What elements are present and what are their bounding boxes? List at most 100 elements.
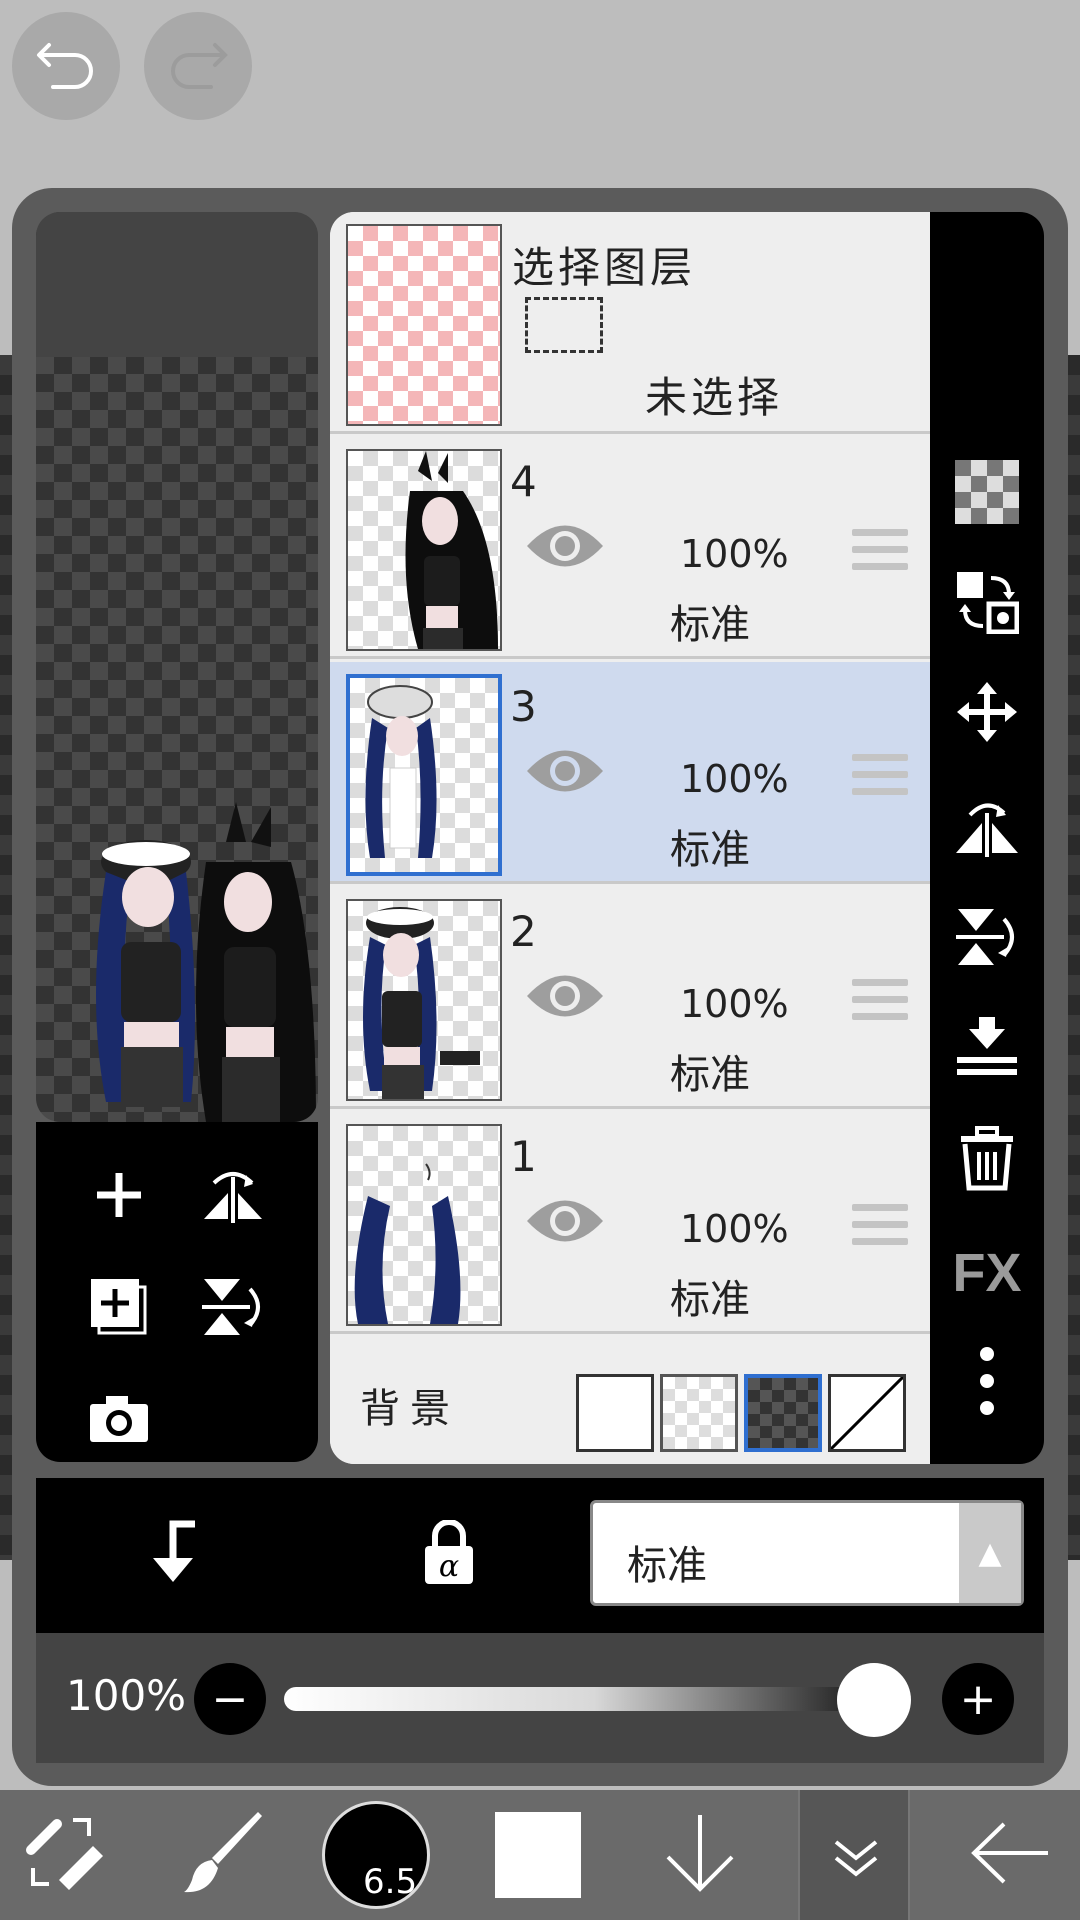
opacity-increase-button[interactable]: + [942, 1663, 1014, 1735]
current-color-swatch [495, 1812, 581, 1898]
background-row: 背景 [330, 1336, 930, 1464]
layer-thumbnail [346, 899, 502, 1101]
layer-row[interactable]: 3 100% 标准 [330, 662, 930, 884]
preview-top [36, 212, 318, 357]
layer-number: 3 [510, 682, 537, 731]
blend-mode-select[interactable]: 标准 ▲ [590, 1500, 1024, 1606]
redo-button[interactable] [144, 12, 252, 120]
blend-mode-value: 标准 [627, 1543, 707, 1589]
swap-layer-button[interactable] [950, 567, 1024, 641]
layer-opacity: 100% [680, 1207, 789, 1251]
delete-layer-button[interactable] [950, 1124, 1024, 1198]
add-copy-layer-button[interactable] [84, 1274, 154, 1344]
flip-vertical-button[interactable] [950, 902, 1024, 976]
layer-number: 1 [510, 1132, 537, 1181]
drag-handle-icon[interactable] [852, 1204, 908, 1252]
pen-eraser-switch-icon [25, 1810, 111, 1900]
plus-icon [93, 1169, 145, 1225]
bg-dark-checker-swatch[interactable] [744, 1374, 822, 1452]
clipping-button[interactable] [138, 1520, 208, 1590]
flip-horizontal-icon [200, 1165, 266, 1229]
brush-size-value: 6.5 [363, 1862, 418, 1902]
copy-add-icon [89, 1277, 149, 1341]
checker-icon [955, 460, 1019, 528]
layer-row[interactable]: 1 100% 标准 [330, 1112, 930, 1334]
color-button[interactable] [490, 1790, 586, 1920]
layer-down-button[interactable] [650, 1790, 750, 1920]
selection-marquee-icon [525, 297, 603, 353]
top-bar [0, 0, 1080, 190]
more-vertical-icon [977, 1346, 997, 1420]
bg-transparent-swatch[interactable] [828, 1374, 906, 1452]
preview-artwork [96, 802, 316, 1122]
camera-button[interactable] [84, 1386, 154, 1456]
brush-size-button[interactable]: 6.5 [320, 1790, 432, 1920]
layer-row[interactable]: 4 100% 标准 [330, 437, 930, 659]
brush-tool-button[interactable] [175, 1790, 275, 1920]
trash-icon [959, 1126, 1015, 1196]
layer-thumbnail [346, 449, 502, 651]
layer-tools [36, 1122, 318, 1462]
selection-layer-title: 选择图层 [512, 243, 697, 292]
bottom-toolbar: 6.5 [0, 1790, 1080, 1920]
caret-up-icon: ▲ [959, 1503, 1021, 1603]
layer-controls: α 标准 ▲ [36, 1478, 1044, 1633]
drag-handle-icon[interactable] [852, 979, 908, 1027]
plus-icon: + [959, 1673, 997, 1725]
background-label: 背景 [360, 1386, 460, 1432]
move-icon [955, 680, 1019, 748]
tool-switch-button[interactable] [18, 1790, 118, 1920]
move-button[interactable] [950, 677, 1024, 751]
transparency-button[interactable] [950, 457, 1024, 531]
camera-icon [88, 1394, 150, 1448]
drag-handle-icon[interactable] [852, 754, 908, 802]
flip-vertical-icon [200, 1275, 266, 1343]
opacity-slider-track[interactable] [284, 1687, 904, 1711]
flip-horizontal-button[interactable] [950, 790, 1024, 864]
flip-vertical-button[interactable] [198, 1274, 268, 1344]
canvas-preview [36, 212, 318, 1122]
layer-blend-mode: 标准 [670, 1052, 750, 1098]
flip-horizontal-button[interactable] [198, 1162, 268, 1232]
merge-down-icon [955, 1015, 1019, 1083]
opacity-value: 100% [66, 1671, 187, 1720]
add-layer-button[interactable] [84, 1162, 154, 1232]
bg-light-checker-swatch[interactable] [660, 1374, 738, 1452]
brush-size-indicator: 6.5 [322, 1801, 430, 1909]
arrow-left-icon [968, 1820, 1052, 1890]
layer-opacity: 100% [680, 982, 789, 1026]
opacity-decrease-button[interactable]: − [194, 1663, 266, 1735]
undo-button[interactable] [12, 12, 120, 120]
alpha-lock-icon: α [421, 1519, 477, 1590]
visibility-eye-icon[interactable] [525, 1194, 605, 1248]
alpha-lock-button[interactable]: α [414, 1519, 484, 1590]
selection-layer-row[interactable]: 选择图层 未选择 [330, 212, 930, 434]
bg-white-swatch[interactable] [576, 1374, 654, 1452]
layer-thumbnail [346, 1124, 502, 1326]
layer-list: 选择图层 未选择 4 100% 标准 3 100% 标准 2 100% 标准 1… [330, 212, 930, 1464]
layer-opacity: 100% [680, 532, 789, 576]
swap-icon [955, 570, 1020, 638]
layer-number: 4 [510, 457, 537, 506]
merge-down-button[interactable] [950, 1012, 1024, 1086]
layer-blend-mode: 标准 [670, 827, 750, 873]
layer-row[interactable]: 2 100% 标准 [330, 887, 930, 1109]
opacity-slider-thumb[interactable] [837, 1663, 911, 1737]
svg-text:α: α [439, 1549, 459, 1584]
double-chevron-down-icon [832, 1838, 880, 1882]
brush-icon [182, 1810, 268, 1900]
arrow-down-icon [664, 1813, 736, 1897]
layer-blend-mode: 标准 [670, 602, 750, 648]
drag-handle-icon[interactable] [852, 529, 908, 577]
visibility-eye-icon[interactable] [525, 519, 605, 573]
fx-button[interactable]: FX [950, 1236, 1024, 1310]
layer-blend-mode: 标准 [670, 1277, 750, 1323]
visibility-eye-icon[interactable] [525, 969, 605, 1023]
layer-side-toolbar: FX [930, 212, 1044, 1464]
more-options-button[interactable] [950, 1346, 1024, 1420]
back-button[interactable] [960, 1790, 1060, 1920]
layer-number: 2 [510, 907, 537, 956]
visibility-eye-icon[interactable] [525, 744, 605, 798]
flip-horizontal-icon [954, 793, 1020, 861]
layers-button[interactable] [798, 1790, 910, 1920]
